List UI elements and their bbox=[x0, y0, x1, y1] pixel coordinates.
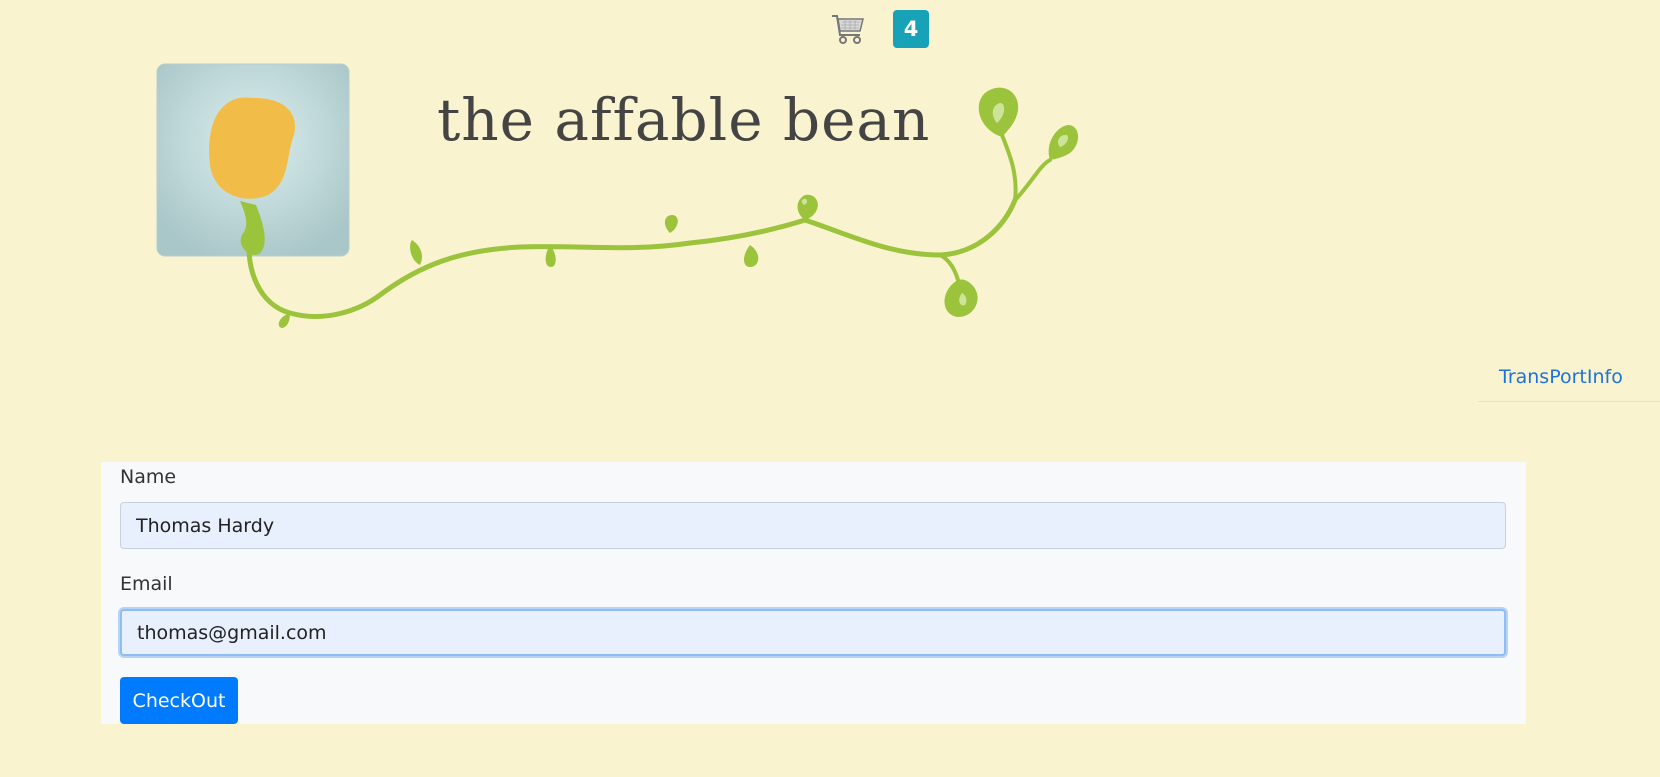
cart[interactable]: 4 bbox=[830, 10, 929, 48]
name-input[interactable] bbox=[120, 502, 1506, 549]
email-input[interactable] bbox=[120, 609, 1506, 656]
brand-title: the affable bean bbox=[437, 86, 931, 154]
checkout-form: Name Email CheckOut bbox=[101, 462, 1526, 724]
checkout-button[interactable]: CheckOut bbox=[120, 677, 238, 724]
email-label: Email bbox=[120, 573, 173, 595]
nav-item-transport[interactable]: TransPortInfo bbox=[1478, 362, 1660, 402]
shopping-cart-icon[interactable] bbox=[830, 11, 866, 47]
name-label: Name bbox=[120, 466, 177, 488]
transport-info-link[interactable]: TransPortInfo bbox=[1478, 362, 1660, 392]
cart-count-badge: 4 bbox=[893, 10, 929, 48]
